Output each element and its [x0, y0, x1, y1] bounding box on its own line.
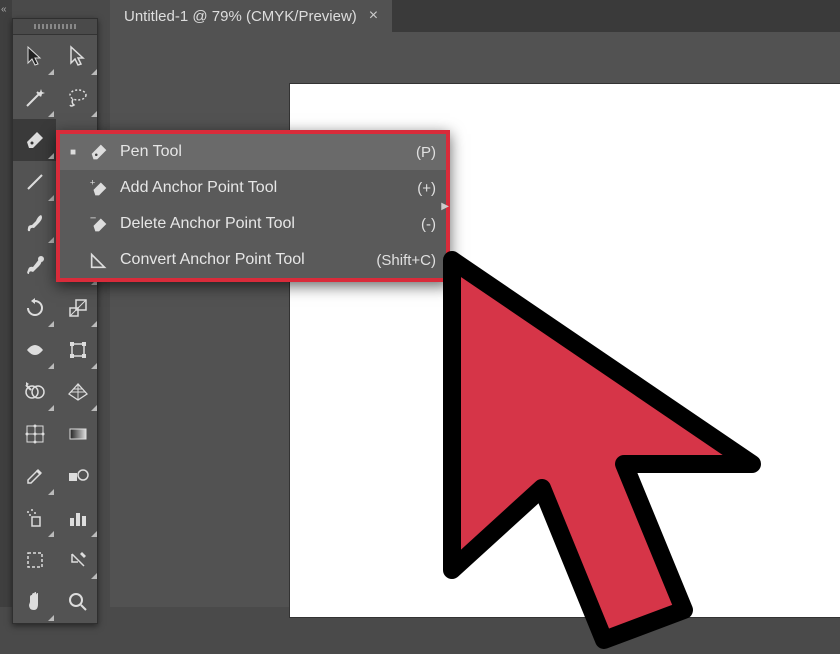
flyout-item-delete-anchor[interactable]: − Delete Anchor Point Tool (-) [60, 206, 446, 242]
collapse-chevron-icon: « [1, 4, 7, 15]
flyout-item-label: Convert Anchor Point Tool [120, 251, 366, 269]
tool-zoom[interactable] [56, 581, 99, 623]
tool-direct-selection[interactable] [56, 35, 99, 77]
tool-eyedropper[interactable] [13, 455, 56, 497]
flyout-item-label: Pen Tool [120, 143, 406, 161]
svg-text:+: + [90, 177, 95, 187]
flyout-item-shortcut: (-) [421, 216, 436, 233]
delete-anchor-icon: − [88, 213, 110, 235]
magic-wand-icon [23, 86, 47, 110]
tool-slice[interactable] [56, 539, 99, 581]
gradient-icon [66, 422, 90, 446]
tool-grid: T [13, 35, 97, 623]
lasso-icon [66, 86, 90, 110]
tool-rotate[interactable] [13, 287, 56, 329]
document-tab-bar: Untitled-1 @ 79% (CMYK/Preview) × [110, 0, 840, 32]
flyout-item-shortcut: (+) [417, 180, 436, 197]
line-segment-icon [23, 170, 47, 194]
tool-shape-builder[interactable] [13, 371, 56, 413]
svg-text:−: − [90, 213, 96, 224]
direct-selection-arrow-icon [66, 44, 90, 68]
tool-symbol-sprayer[interactable] [13, 497, 56, 539]
convert-anchor-icon [88, 249, 110, 271]
blob-brush-icon [23, 254, 47, 278]
slice-icon [66, 548, 90, 572]
tool-lasso[interactable] [56, 77, 99, 119]
pen-icon [88, 141, 110, 163]
tool-selection[interactable] [13, 35, 56, 77]
shape-builder-icon [23, 380, 47, 404]
tool-blend[interactable] [56, 455, 99, 497]
tool-artboard[interactable] [13, 539, 56, 581]
mesh-icon [23, 422, 47, 446]
tool-blob-brush[interactable] [13, 245, 56, 287]
pen-icon [23, 128, 47, 152]
flyout-item-label: Add Anchor Point Tool [120, 179, 407, 197]
selection-arrow-icon [23, 44, 47, 68]
pen-tool-flyout: ■ Pen Tool (P) + Add Anchor Point Tool (… [56, 130, 450, 282]
flyout-item-convert-anchor[interactable]: Convert Anchor Point Tool (Shift+C) [60, 242, 446, 278]
tool-scale[interactable] [56, 287, 99, 329]
tool-magic-wand[interactable] [13, 77, 56, 119]
artboard-icon [23, 548, 47, 572]
perspective-grid-icon [66, 380, 90, 404]
flyout-tearoff-caret-icon[interactable]: ▶ [441, 201, 449, 212]
tool-pen[interactable] [13, 119, 56, 161]
document-tab[interactable]: Untitled-1 @ 79% (CMYK/Preview) × [110, 0, 392, 32]
flyout-item-pen[interactable]: ■ Pen Tool (P) [60, 134, 446, 170]
panel-collapse-strip[interactable]: « [0, 0, 12, 607]
tool-perspective-grid[interactable] [56, 371, 99, 413]
flyout-item-shortcut: (Shift+C) [376, 252, 436, 269]
document-tab-title: Untitled-1 @ 79% (CMYK/Preview) [124, 8, 357, 25]
selected-bullet-icon: ■ [68, 147, 78, 158]
hand-icon [23, 590, 47, 614]
eyedropper-icon [23, 464, 47, 488]
tool-paintbrush[interactable] [13, 203, 56, 245]
tool-free-transform[interactable] [56, 329, 99, 371]
tool-gradient[interactable] [56, 413, 99, 455]
free-transform-icon [66, 338, 90, 362]
annotation-cursor-graphic [432, 250, 812, 654]
tool-width[interactable] [13, 329, 56, 371]
scale-icon [66, 296, 90, 320]
zoom-icon [66, 590, 90, 614]
flyout-item-shortcut: (P) [416, 144, 436, 161]
close-tab-icon[interactable]: × [369, 7, 378, 25]
symbol-sprayer-icon [23, 506, 47, 530]
tools-panel: T [12, 18, 98, 624]
rotate-icon [23, 296, 47, 320]
tool-line[interactable] [13, 161, 56, 203]
panel-grip[interactable] [13, 19, 97, 35]
flyout-item-add-anchor[interactable]: + Add Anchor Point Tool (+) [60, 170, 446, 206]
tool-hand[interactable] [13, 581, 56, 623]
paintbrush-icon [23, 212, 47, 236]
tool-column-graph[interactable] [56, 497, 99, 539]
tool-mesh[interactable] [13, 413, 56, 455]
flyout-item-label: Delete Anchor Point Tool [120, 215, 411, 233]
width-icon [23, 338, 47, 362]
add-anchor-icon: + [88, 177, 110, 199]
blend-icon [66, 464, 90, 488]
column-graph-icon [66, 506, 90, 530]
